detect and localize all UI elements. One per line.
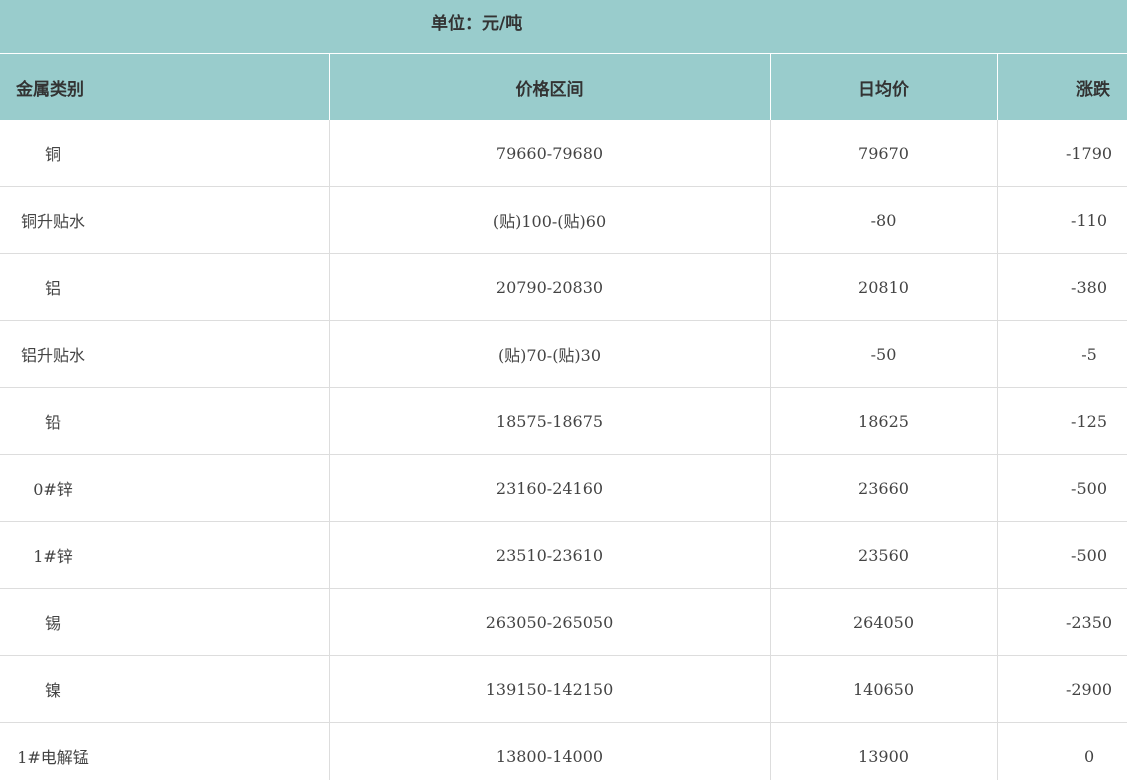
- table-row: 铝升贴水 (贴)70-(贴)30 -50 -5: [0, 320, 1127, 388]
- change-cell: -110: [997, 186, 1127, 254]
- header-range: 价格区间: [329, 53, 771, 120]
- change-cell: -2350: [997, 588, 1127, 656]
- unit-row: 单位：元/吨: [0, 0, 1127, 54]
- category-cell: 锡: [0, 588, 330, 656]
- average-cell: 20810: [770, 253, 998, 321]
- table-row: 镍 139150-142150 140650 -2900: [0, 655, 1127, 723]
- change-cell: -380: [997, 253, 1127, 321]
- category-text: 铜: [44, 145, 61, 164]
- change-cell: -500: [997, 521, 1127, 589]
- category-cell: 0#锌: [0, 454, 330, 522]
- change-text: -2350: [1065, 612, 1113, 632]
- category-text: 1#锌: [33, 547, 73, 566]
- header-category: 金属类别: [0, 53, 330, 120]
- category-cell: 铜升贴水: [0, 186, 330, 254]
- table-row: 1#电解锰 13800-14000 13900 0: [0, 722, 1127, 780]
- range-cell: 13800-14000: [329, 722, 771, 780]
- average-cell: -80: [770, 186, 998, 254]
- category-cell: 铝升贴水: [0, 320, 330, 388]
- header-average: 日均价: [770, 53, 998, 120]
- average-cell: 264050: [770, 588, 998, 656]
- category-text: 镍: [44, 681, 61, 700]
- change-text: -380: [1071, 277, 1107, 297]
- category-cell: 1#锌: [0, 521, 330, 589]
- category-text: 铝: [44, 279, 61, 298]
- change-cell: -5: [997, 320, 1127, 388]
- change-cell: -500: [997, 454, 1127, 522]
- change-text: -500: [1071, 545, 1107, 565]
- unit-label: 单位：元/吨: [431, 14, 523, 34]
- range-cell: (贴)70-(贴)30: [329, 320, 771, 388]
- average-cell: 13900: [770, 722, 998, 780]
- range-cell: 139150-142150: [329, 655, 771, 723]
- category-cell: 铅: [0, 387, 330, 455]
- change-cell: 0: [997, 722, 1127, 780]
- change-text: -2900: [1065, 679, 1113, 699]
- change-cell: -2900: [997, 655, 1127, 723]
- category-text: 铅: [44, 413, 61, 432]
- average-cell: 23660: [770, 454, 998, 522]
- average-cell: 140650: [770, 655, 998, 723]
- range-cell: 20790-20830: [329, 253, 771, 321]
- unit-cell: 单位：元/吨: [0, 0, 1127, 54]
- range-cell: 23160-24160: [329, 454, 771, 522]
- table-row: 0#锌 23160-24160 23660 -500: [0, 454, 1127, 522]
- change-text: -1790: [1065, 143, 1113, 163]
- change-cell: -125: [997, 387, 1127, 455]
- change-text: -125: [1071, 411, 1107, 431]
- category-text: 铝升贴水: [20, 346, 85, 365]
- category-cell: 镍: [0, 655, 330, 723]
- table-row: 锡 263050-265050 264050 -2350: [0, 588, 1127, 656]
- category-cell: 1#电解锰: [0, 722, 330, 780]
- range-cell: (贴)100-(贴)60: [329, 186, 771, 254]
- change-text: 0: [1083, 746, 1095, 766]
- change-text: -500: [1071, 478, 1107, 498]
- range-cell: 79660-79680: [329, 120, 771, 187]
- table-row: 铅 18575-18675 18625 -125: [0, 387, 1127, 455]
- category-cell: 铝: [0, 253, 330, 321]
- category-text: 铜升贴水: [20, 212, 85, 231]
- table-row: 1#锌 23510-23610 23560 -500: [0, 521, 1127, 589]
- table-row: 铜 79660-79680 79670 -1790: [0, 120, 1127, 187]
- category-text: 锡: [44, 614, 61, 633]
- change-text: -5: [1081, 344, 1097, 364]
- change-text: -110: [1071, 210, 1107, 230]
- average-cell: 18625: [770, 387, 998, 455]
- range-cell: 18575-18675: [329, 387, 771, 455]
- change-cell: -1790: [997, 120, 1127, 187]
- average-cell: -50: [770, 320, 998, 388]
- category-text: 0#锌: [33, 480, 73, 499]
- range-cell: 263050-265050: [329, 588, 771, 656]
- category-text: 1#电解锰: [17, 748, 89, 767]
- metal-price-table: 单位：元/吨 金属类别 价格区间 日均价 涨跌 铜 79660-79680 79…: [0, 0, 1127, 780]
- table-row: 铜升贴水 (贴)100-(贴)60 -80 -110: [0, 186, 1127, 254]
- table-row: 铝 20790-20830 20810 -380: [0, 253, 1127, 321]
- average-cell: 23560: [770, 521, 998, 589]
- table-header: 金属类别 价格区间 日均价 涨跌: [0, 53, 1127, 120]
- average-cell: 79670: [770, 120, 998, 187]
- range-cell: 23510-23610: [329, 521, 771, 589]
- header-change: 涨跌: [997, 53, 1127, 120]
- category-cell: 铜: [0, 120, 330, 187]
